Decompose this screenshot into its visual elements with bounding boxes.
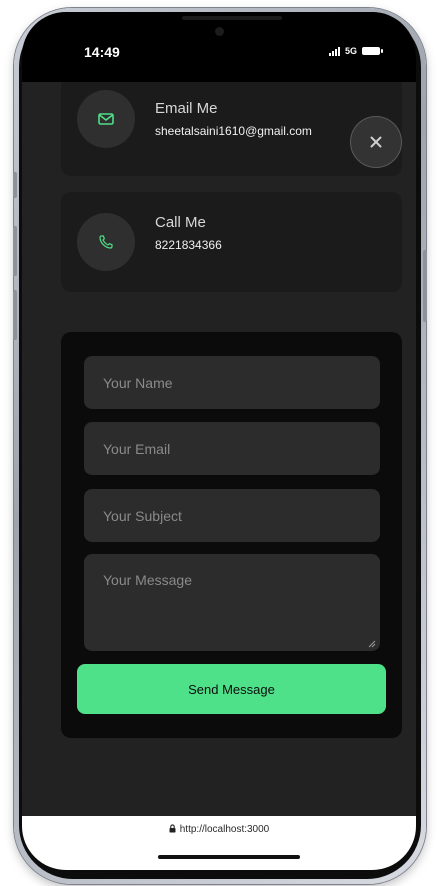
mute-switch <box>13 172 17 198</box>
status-bar: 14:49 5G <box>22 12 416 82</box>
power-button <box>423 250 427 322</box>
url-text: http://localhost:3000 <box>179 824 270 835</box>
phone-card[interactable]: Call Me 8221834366 <box>61 192 402 292</box>
name-input[interactable] <box>84 356 380 409</box>
resize-handle-icon[interactable] <box>368 640 376 648</box>
email-title: Email Me <box>155 100 218 117</box>
front-camera <box>215 27 224 36</box>
phone-icon <box>77 213 135 271</box>
phone-screen: 14:49 5G Email Me sheetalsaini1610@gmail… <box>22 12 416 870</box>
network-label: 5G <box>344 46 357 56</box>
phone-number[interactable]: 8221834366 <box>155 238 222 252</box>
status-indicators: 5G <box>328 46 383 56</box>
volume-down-button <box>13 290 17 340</box>
send-message-button[interactable]: Send Message <box>77 664 386 714</box>
close-icon <box>370 136 382 148</box>
lock-icon <box>169 824 176 833</box>
close-button[interactable] <box>350 116 402 168</box>
volume-up-button <box>13 226 17 276</box>
home-indicator[interactable] <box>158 855 300 859</box>
url-display[interactable]: http://localhost:3000 <box>22 824 416 835</box>
email-input[interactable] <box>84 422 380 475</box>
speaker-grille <box>182 16 282 20</box>
mail-icon <box>77 90 135 148</box>
status-time: 14:49 <box>84 44 120 60</box>
email-address[interactable]: sheetalsaini1610@gmail.com <box>155 124 312 138</box>
battery-icon <box>362 47 383 55</box>
message-textarea[interactable] <box>84 554 380 651</box>
signal-icon <box>328 46 340 56</box>
subject-input[interactable] <box>84 489 380 542</box>
contact-form: Send Message <box>61 332 402 738</box>
browser-url-bar[interactable]: http://localhost:3000 <box>22 816 416 870</box>
phone-title: Call Me <box>155 214 206 231</box>
